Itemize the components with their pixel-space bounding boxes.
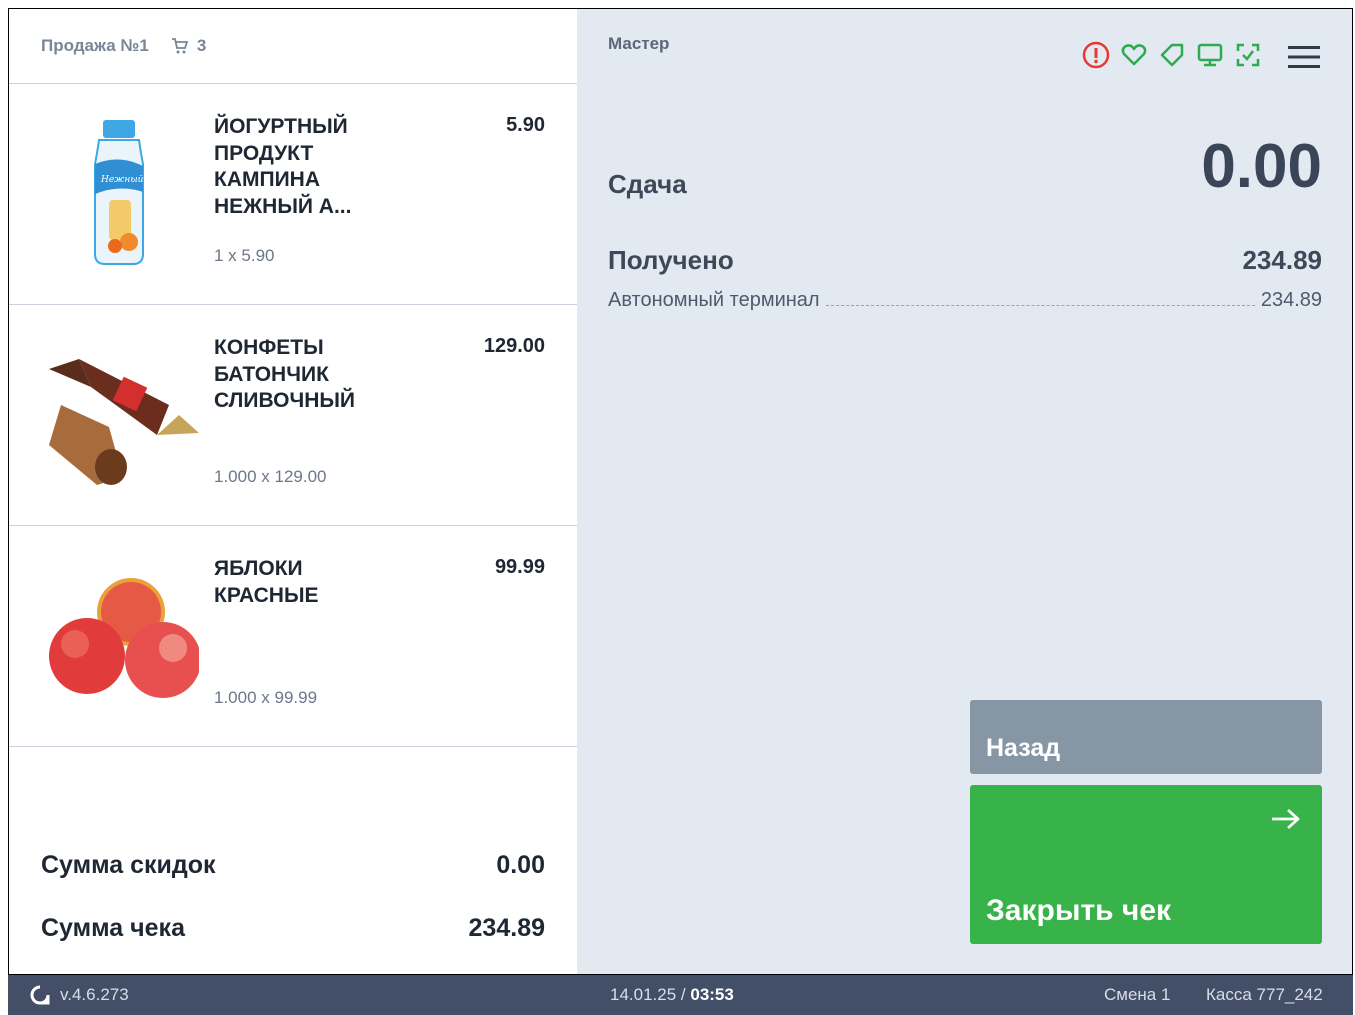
check-total-value: 234.89 <box>468 914 545 942</box>
payment-panel: Мастер Сдача 0.00 Получено 234.89 Автоно… <box>577 9 1352 974</box>
app-logo-icon <box>30 985 50 1005</box>
back-button[interactable]: Назад <box>970 700 1322 774</box>
date-time: 14.01.25 / 03:53 <box>610 985 734 1004</box>
item-quantity: 1.000 x 129.00 <box>214 467 327 486</box>
cart-indicator[interactable]: 3 <box>171 36 206 56</box>
version-text: v.4.6.273 <box>60 985 129 1004</box>
item-name: ЙОГУРТНЫЙ ПРОДУКТ КАМПИНА НЕЖНЫЙ А... <box>214 115 352 218</box>
payment-amount: 234.89 <box>1260 289 1322 311</box>
payment-method: Автономный терминал <box>608 289 820 311</box>
monitor-icon[interactable] <box>1196 41 1224 69</box>
received-label: Получено <box>608 245 734 275</box>
change-label: Сдача <box>608 169 687 199</box>
received-value: 234.89 <box>1242 245 1322 275</box>
yogurt-bottle-image: Нежный <box>94 120 144 265</box>
payment-row: Автономный терминал 234.89 <box>608 289 1322 312</box>
check-total-label: Сумма чека <box>41 914 185 942</box>
item-name: ЯБЛОКИ КРАСНЫЕ <box>214 557 319 607</box>
list-item[interactable]: Нежный ЙОГУРТНЫЙ ПРОДУКТ КАМПИНА НЕЖНЫЙ … <box>9 84 577 305</box>
app-window: Продажа №1 3 Нежный ЙОГУРТНЫЙ ПРОДУКТ КА <box>8 8 1353 975</box>
item-name: КОНФЕТЫ БАТОНЧИК СЛИВОЧНЫЙ <box>214 336 356 412</box>
status-icons <box>1082 41 1262 69</box>
discount-label: Сумма скидок <box>41 851 216 879</box>
candy-image <box>49 359 199 485</box>
check-total-row: Сумма чека 234.89 <box>41 914 545 943</box>
change-value: 0.00 <box>1201 132 1322 201</box>
register-info: Касса 777_242 <box>1206 985 1323 1004</box>
close-check-button[interactable]: Закрыть чек <box>970 785 1322 944</box>
version-info: v.4.6.273 <box>30 985 129 1005</box>
list-item[interactable]: ЯБЛОКИ КРАСНЫЕ 99.99 1.000 x 99.99 <box>9 526 577 747</box>
discount-total-row: Сумма скидок 0.00 <box>41 851 545 880</box>
alert-icon[interactable] <box>1082 41 1110 69</box>
cart-icon <box>171 38 189 54</box>
arrow-right-icon <box>1272 808 1300 830</box>
date-text: 14.01.25 <box>610 985 677 1004</box>
item-quantity: 1 x 5.90 <box>214 246 275 265</box>
leader-dots <box>825 305 1255 306</box>
item-price: 5.90 <box>506 114 545 136</box>
time-text: 03:53 <box>690 985 734 1004</box>
cart-count: 3 <box>196 36 207 55</box>
item-quantity: 1.000 x 99.99 <box>214 688 318 707</box>
receipt-header: Продажа №1 3 <box>9 9 577 84</box>
shift-info: Смена 1 <box>1104 985 1171 1004</box>
mode-label: Мастер <box>608 34 670 53</box>
heart-icon[interactable] <box>1120 41 1148 69</box>
scan-icon[interactable] <box>1234 41 1262 69</box>
close-check-label: Закрыть чек <box>986 894 1172 927</box>
tag-icon[interactable] <box>1158 41 1186 69</box>
apples-image <box>49 578 199 698</box>
discount-value: 0.00 <box>496 851 545 879</box>
item-price: 99.99 <box>494 556 545 578</box>
status-bar: v.4.6.273 14.01.25 / 03:53 Смена 1 Касса… <box>8 975 1353 1015</box>
item-price: 129.00 <box>483 335 545 357</box>
receipt-panel: Продажа №1 3 Нежный ЙОГУРТНЫЙ ПРОДУКТ КА <box>9 9 577 974</box>
svg-text:Нежный: Нежный <box>100 175 144 185</box>
sale-title: Продажа №1 <box>41 36 149 55</box>
list-item[interactable]: КОНФЕТЫ БАТОНЧИК СЛИВОЧНЫЙ 129.00 1.000 … <box>9 305 577 526</box>
menu-icon[interactable] <box>1288 45 1320 69</box>
